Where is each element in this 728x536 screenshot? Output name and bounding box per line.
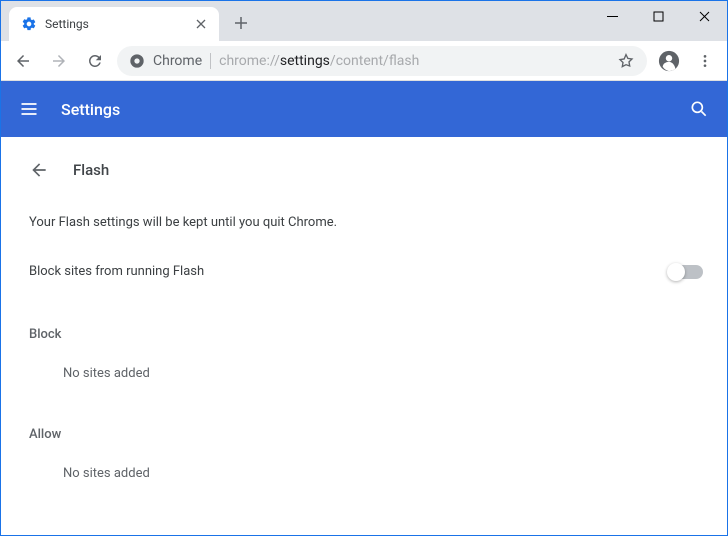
page-back-button[interactable] xyxy=(29,160,49,180)
info-text: Your Flash settings will be kept until y… xyxy=(25,193,703,252)
star-icon[interactable] xyxy=(617,52,635,70)
allow-section-header: Allow xyxy=(25,391,703,456)
chrome-icon xyxy=(129,53,145,69)
block-section-empty: No sites added xyxy=(25,356,703,391)
allow-section-empty: No sites added xyxy=(25,456,703,491)
block-flash-toggle[interactable] xyxy=(669,265,703,279)
reload-button[interactable] xyxy=(81,47,109,75)
nav-forward-button[interactable] xyxy=(45,47,73,75)
window-controls xyxy=(589,1,727,31)
toggle-row: Block sites from running Flash xyxy=(25,252,703,291)
page-header-row: Flash xyxy=(25,137,703,193)
maximize-button[interactable] xyxy=(635,1,681,31)
content-area: Flash Your Flash settings will be kept u… xyxy=(1,137,727,535)
hamburger-menu-button[interactable] xyxy=(17,97,41,121)
kebab-menu-button[interactable] xyxy=(691,47,719,75)
profile-avatar-button[interactable] xyxy=(655,47,683,75)
close-icon[interactable] xyxy=(193,16,209,32)
toggle-label: Block sites from running Flash xyxy=(29,264,204,279)
nav-back-button[interactable] xyxy=(9,47,37,75)
tab-title: Settings xyxy=(45,17,193,31)
omnibox-url: chrome://settings/content/flash xyxy=(219,53,419,69)
block-section-header: Block xyxy=(25,291,703,356)
page-title: Flash xyxy=(73,161,109,179)
new-tab-button[interactable] xyxy=(227,9,255,37)
close-window-button[interactable] xyxy=(681,1,727,31)
omnibox-scheme-label: Chrome xyxy=(153,53,202,69)
gear-icon xyxy=(21,16,37,32)
omnibox-separator xyxy=(210,53,211,69)
window-titlebar: Settings xyxy=(1,1,727,41)
settings-card: Flash Your Flash settings will be kept u… xyxy=(25,137,703,491)
app-header: Settings xyxy=(1,81,727,137)
minimize-button[interactable] xyxy=(589,1,635,31)
omnibox[interactable]: Chrome chrome://settings/content/flash xyxy=(117,46,647,76)
app-title: Settings xyxy=(61,100,120,119)
browser-tab[interactable]: Settings xyxy=(9,7,219,41)
search-button[interactable] xyxy=(687,97,711,121)
browser-toolbar: Chrome chrome://settings/content/flash xyxy=(1,41,727,81)
toggle-knob xyxy=(667,263,685,281)
